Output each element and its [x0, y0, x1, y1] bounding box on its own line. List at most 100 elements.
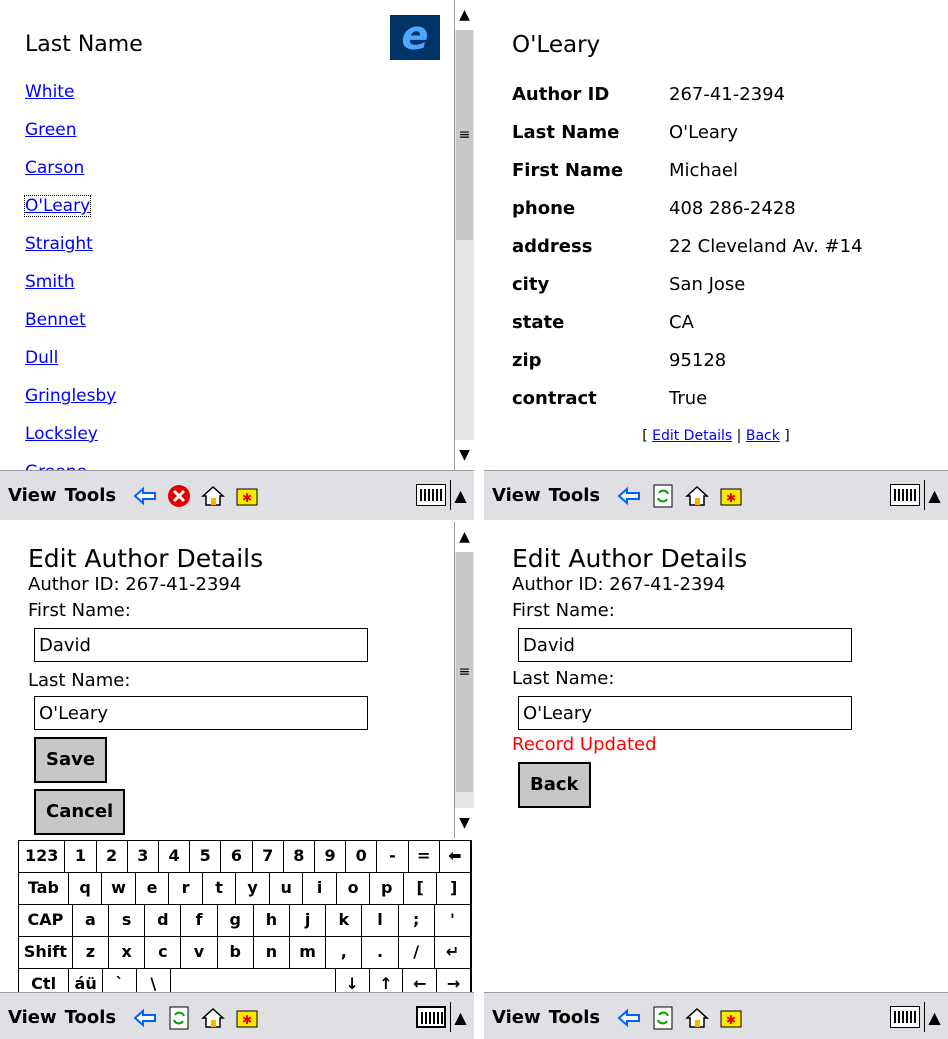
keyboard-key[interactable]: [ — [403, 873, 438, 905]
back-arrow-icon[interactable] — [616, 1005, 642, 1031]
edit-details-link[interactable]: Edit Details — [652, 428, 732, 444]
author-name-link[interactable]: White — [25, 82, 74, 102]
keyboard-key[interactable]: s — [109, 905, 146, 937]
keyboard-key[interactable]: x — [109, 937, 146, 969]
keyboard-key[interactable]: e — [135, 873, 170, 905]
keyboard-key[interactable]: o — [336, 873, 371, 905]
scroll-down-icon[interactable]: ▼ — [455, 440, 474, 470]
view-menu[interactable]: View — [8, 485, 57, 506]
keyboard-key[interactable]: f — [181, 905, 218, 937]
keyboard-key[interactable]: ↵ — [434, 937, 472, 969]
keyboard-key[interactable]: i — [303, 873, 337, 905]
keyboard-key[interactable]: a — [72, 905, 109, 937]
view-menu[interactable]: View — [492, 485, 541, 506]
favorites-icon[interactable]: ✱ — [234, 1005, 260, 1031]
keyboard-key[interactable]: 8 — [283, 841, 315, 873]
home-icon[interactable] — [684, 1005, 710, 1031]
sip-up-icon[interactable]: ▲ — [924, 480, 944, 510]
keyboard-key[interactable]: c — [145, 937, 182, 969]
author-name-link[interactable]: O'Leary — [23, 195, 92, 217]
keyboard-key[interactable]: , — [326, 937, 363, 969]
home-icon[interactable] — [684, 483, 710, 509]
keyboard-key[interactable]: g — [217, 905, 254, 937]
author-name-link[interactable]: Green — [25, 120, 76, 140]
keyboard-key[interactable]: ⬅ — [439, 841, 471, 873]
keyboard-key[interactable]: r — [169, 873, 203, 905]
author-name-link[interactable]: Dull — [25, 348, 58, 368]
keyboard-key[interactable]: b — [217, 937, 254, 969]
keyboard-key[interactable]: p — [370, 873, 404, 905]
back-link[interactable]: Back — [746, 428, 780, 444]
refresh-icon[interactable] — [650, 483, 676, 509]
keyboard-key[interactable]: = — [408, 841, 440, 873]
scroll-up-icon[interactable]: ▲ — [455, 0, 474, 30]
keyboard-key[interactable]: 2 — [96, 841, 128, 873]
keyboard-key[interactable]: ; — [398, 905, 435, 937]
keyboard-key[interactable]: n — [253, 937, 291, 969]
author-name-link[interactable]: Gringlesby — [25, 386, 116, 406]
author-name-link[interactable]: Bennet — [25, 310, 86, 330]
keyboard-key[interactable]: d — [145, 905, 182, 937]
first-name-field[interactable] — [34, 628, 368, 662]
view-menu[interactable]: View — [492, 1007, 541, 1028]
keyboard-key[interactable]: 123 — [19, 841, 66, 873]
author-name-link[interactable]: Smith — [25, 272, 75, 292]
back-arrow-icon[interactable] — [616, 483, 642, 509]
author-name-link[interactable]: Locksley — [25, 424, 98, 444]
back-button[interactable]: Back — [518, 762, 591, 808]
refresh-icon[interactable] — [166, 1005, 192, 1031]
scroll-thumb[interactable]: ≡ — [456, 30, 473, 240]
keyboard-key[interactable]: . — [362, 937, 399, 969]
keyboard-key[interactable]: j — [290, 905, 327, 937]
keyboard-key[interactable]: z — [72, 937, 109, 969]
keyboard-key[interactable]: 0 — [346, 841, 378, 873]
tools-menu[interactable]: Tools — [549, 485, 601, 506]
keyboard-key[interactable]: q — [68, 873, 103, 905]
scroll-down-icon[interactable]: ▼ — [455, 808, 474, 838]
cancel-button[interactable]: Cancel — [34, 789, 126, 835]
keyboard-key[interactable]: u — [269, 873, 304, 905]
sip-up-icon[interactable]: ▲ — [924, 1002, 944, 1032]
favorites-icon[interactable]: ✱ — [718, 1005, 744, 1031]
keyboard-key[interactable]: - — [377, 841, 409, 873]
save-button[interactable]: Save — [34, 737, 108, 783]
first-name-field[interactable] — [518, 628, 852, 662]
back-arrow-icon[interactable] — [132, 1005, 158, 1031]
tools-menu[interactable]: Tools — [549, 1007, 601, 1028]
keyboard-key[interactable]: CAP — [19, 905, 73, 937]
view-menu[interactable]: View — [8, 1007, 57, 1028]
keyboard-key[interactable]: y — [236, 873, 270, 905]
keyboard-key[interactable]: Tab — [19, 873, 69, 905]
keyboard-key[interactable]: Shift — [19, 937, 73, 969]
keyboard-icon[interactable] — [890, 484, 920, 506]
scroll-up-icon[interactable]: ▲ — [455, 522, 474, 552]
keyboard-icon[interactable] — [416, 1006, 446, 1028]
sip-up-icon[interactable]: ▲ — [450, 480, 470, 510]
vertical-scrollbar[interactable]: ▲ ≡ ▼ — [454, 522, 474, 838]
keyboard-key[interactable]: 4 — [158, 841, 191, 873]
keyboard-key[interactable]: v — [181, 937, 218, 969]
keyboard-key[interactable]: m — [290, 937, 327, 969]
scroll-thumb[interactable]: ≡ — [456, 552, 473, 792]
author-name-link[interactable]: Straight — [25, 234, 93, 254]
tools-menu[interactable]: Tools — [65, 485, 117, 506]
keyboard-key[interactable]: ] — [437, 873, 471, 905]
last-name-field[interactable] — [518, 696, 852, 730]
keyboard-key[interactable]: 6 — [221, 841, 253, 873]
home-icon[interactable] — [200, 1005, 226, 1031]
home-icon[interactable] — [200, 483, 226, 509]
back-arrow-icon[interactable] — [132, 483, 158, 509]
keyboard-key[interactable]: h — [253, 905, 291, 937]
keyboard-key[interactable]: k — [326, 905, 363, 937]
keyboard-key[interactable]: 1 — [65, 841, 97, 873]
keyboard-key[interactable]: / — [398, 937, 435, 969]
keyboard-key[interactable]: 7 — [252, 841, 284, 873]
sip-up-icon[interactable]: ▲ — [450, 1002, 470, 1032]
favorites-icon[interactable]: ✱ — [718, 483, 744, 509]
stop-icon[interactable] — [166, 483, 192, 509]
author-name-link[interactable]: Carson — [25, 158, 84, 178]
keyboard-key[interactable]: w — [102, 873, 136, 905]
keyboard-key[interactable]: 9 — [314, 841, 347, 873]
favorites-icon[interactable]: ✱ — [234, 483, 260, 509]
keyboard-key[interactable]: l — [362, 905, 399, 937]
